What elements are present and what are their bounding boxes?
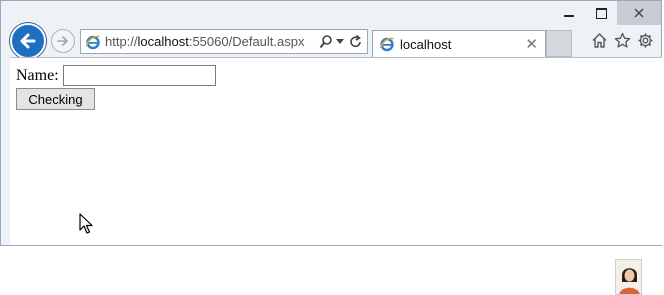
refresh-icon[interactable] <box>349 34 363 50</box>
page-content: Name: Checking <box>10 57 662 295</box>
settings-gear-icon <box>638 33 653 47</box>
new-tab-button[interactable] <box>546 30 572 57</box>
name-input[interactable] <box>62 65 216 86</box>
window-controls <box>553 1 661 25</box>
maximize-icon <box>595 7 607 19</box>
back-arrow-icon <box>20 33 36 49</box>
browser-window: http://localhost:55060/Default.aspx loca… <box>0 0 662 295</box>
home-button[interactable] <box>590 30 609 50</box>
url-rest: :55060/Default.aspx <box>188 34 305 49</box>
name-label: Name: <box>16 66 59 84</box>
checking-button[interactable]: Checking <box>16 88 95 110</box>
name-row: Name: <box>16 65 216 86</box>
favorites-star-icon <box>614 32 631 48</box>
dropdown-icon[interactable] <box>336 39 344 44</box>
url-host: localhost <box>137 34 189 49</box>
toolbar-icons <box>590 30 655 50</box>
ie-icon <box>379 37 395 52</box>
settings-button[interactable] <box>636 30 655 50</box>
tab-close-icon[interactable]: ✕ <box>525 35 538 53</box>
search-icon[interactable] <box>319 34 333 50</box>
tab-label: localhost <box>400 37 452 52</box>
minimize-button[interactable] <box>553 1 585 25</box>
ie-icon <box>85 35 101 50</box>
avatar <box>615 259 642 295</box>
home-icon <box>592 32 607 48</box>
person-avatar-icon <box>619 268 640 294</box>
forward-button[interactable] <box>51 29 75 53</box>
favorites-button[interactable] <box>613 30 632 50</box>
maximize-button[interactable] <box>585 1 617 25</box>
url-text[interactable]: http://localhost:55060/Default.aspx <box>105 34 304 49</box>
back-button[interactable] <box>10 23 46 59</box>
close-window-button[interactable] <box>617 1 661 25</box>
tab-localhost[interactable]: localhost ✕ <box>372 30 546 57</box>
mouse-cursor-icon <box>79 213 93 234</box>
url-prefix: http:// <box>105 34 138 49</box>
address-bar[interactable]: http://localhost:55060/Default.aspx <box>80 29 368 54</box>
close-icon <box>634 8 644 18</box>
minimize-icon <box>564 15 574 17</box>
forward-arrow-icon <box>57 36 68 46</box>
